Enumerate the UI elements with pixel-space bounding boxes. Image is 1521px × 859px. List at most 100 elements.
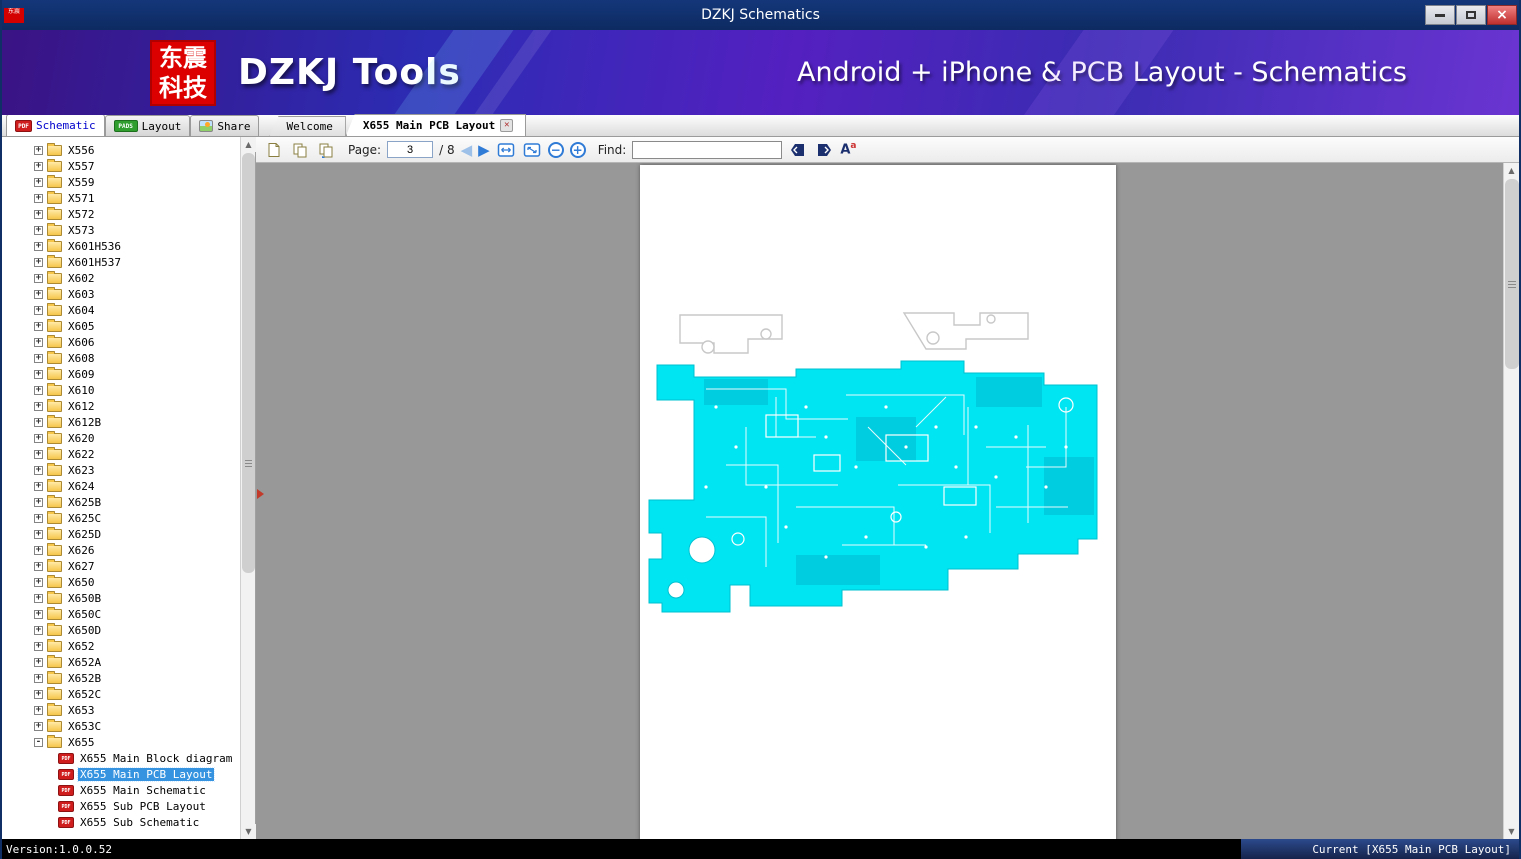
tab-share[interactable]: Share bbox=[190, 115, 259, 136]
page-number-input[interactable] bbox=[387, 141, 433, 158]
tree-expander-icon[interactable] bbox=[34, 546, 43, 555]
tree-folder-row[interactable]: X610 bbox=[2, 382, 240, 398]
tree-expander-icon[interactable] bbox=[34, 258, 43, 267]
tree-expander-icon[interactable] bbox=[34, 242, 43, 251]
tree-folder-row[interactable]: X605 bbox=[2, 318, 240, 334]
tree-expander-icon[interactable] bbox=[34, 354, 43, 363]
tree-document-row[interactable]: PDF X655 Main Block diagram bbox=[2, 750, 240, 766]
tree-expander-icon[interactable] bbox=[34, 642, 43, 651]
scroll-down-icon[interactable]: ▼ bbox=[1504, 824, 1519, 839]
tree-folder-row[interactable]: X627 bbox=[2, 558, 240, 574]
scroll-up-icon[interactable]: ▲ bbox=[1504, 163, 1519, 178]
find-previous-icon[interactable] bbox=[788, 140, 808, 160]
single-page-icon[interactable] bbox=[264, 140, 284, 160]
tree-document-row[interactable]: PDF X655 Sub Schematic bbox=[2, 814, 240, 830]
tree-folder-row[interactable]: X620 bbox=[2, 430, 240, 446]
tab-layout[interactable]: PADS Layout bbox=[105, 115, 191, 136]
tree-folder-row[interactable]: X624 bbox=[2, 478, 240, 494]
tree-expander-icon[interactable] bbox=[34, 610, 43, 619]
find-input[interactable] bbox=[632, 141, 782, 159]
tree-folder-row[interactable]: X650B bbox=[2, 590, 240, 606]
sidebar-scrollbar[interactable]: ▲ ▼ bbox=[240, 137, 255, 839]
tree-folder-row[interactable]: X626 bbox=[2, 542, 240, 558]
tree-expander-icon[interactable] bbox=[34, 338, 43, 347]
tree-folder-row[interactable]: X625C bbox=[2, 510, 240, 526]
tree-folder-row[interactable]: X652C bbox=[2, 686, 240, 702]
doc-tab-welcome[interactable]: Welcome bbox=[269, 116, 345, 136]
tab-schematic[interactable]: PDF Schematic bbox=[6, 114, 105, 136]
tree-folder-row[interactable]: X603 bbox=[2, 286, 240, 302]
fit-width-icon[interactable] bbox=[496, 140, 516, 160]
viewer-scrollbar[interactable]: ▲ ▼ bbox=[1503, 163, 1519, 839]
tree-folder-row[interactable]: X601H536 bbox=[2, 238, 240, 254]
tree-folder-row[interactable]: X625B bbox=[2, 494, 240, 510]
doc-tab-x655-main-pcb-layout[interactable]: X655 Main PCB Layout ✕ bbox=[346, 114, 526, 136]
tree-expander-icon[interactable] bbox=[34, 146, 43, 155]
splitter-collapse-icon[interactable] bbox=[257, 489, 264, 499]
tree-expander-icon[interactable] bbox=[34, 290, 43, 299]
viewer-scrollbar-thumb[interactable] bbox=[1505, 179, 1519, 369]
pdf-page[interactable] bbox=[640, 165, 1116, 839]
tree-expander-icon[interactable] bbox=[34, 450, 43, 459]
scroll-down-icon[interactable]: ▼ bbox=[241, 824, 256, 839]
tree-expander-icon[interactable] bbox=[34, 674, 43, 683]
copy-page-icon[interactable] bbox=[290, 140, 310, 160]
tree-expander-icon[interactable] bbox=[34, 658, 43, 667]
tree-folder-row[interactable]: X650D bbox=[2, 622, 240, 638]
tree-expander-icon[interactable] bbox=[34, 530, 43, 539]
tree-expander-icon[interactable] bbox=[34, 370, 43, 379]
close-button[interactable]: × bbox=[1487, 5, 1517, 25]
text-size-icon[interactable]: Aa bbox=[840, 141, 856, 157]
tree-expander-icon[interactable] bbox=[34, 322, 43, 331]
tree-expander-icon[interactable] bbox=[34, 722, 43, 731]
tree-expander-icon[interactable] bbox=[34, 162, 43, 171]
tree-expander-icon[interactable] bbox=[34, 386, 43, 395]
tree-folder-row[interactable]: X571 bbox=[2, 190, 240, 206]
maximize-button[interactable] bbox=[1456, 5, 1486, 25]
tree-expander-icon[interactable] bbox=[34, 514, 43, 523]
tree-folder-row[interactable]: X573 bbox=[2, 222, 240, 238]
tree-expander-icon[interactable] bbox=[34, 706, 43, 715]
tree-folder-row[interactable]: X623 bbox=[2, 462, 240, 478]
zoom-in-icon[interactable]: + bbox=[570, 142, 586, 158]
find-next-icon[interactable] bbox=[814, 140, 834, 160]
tree-expander-icon[interactable] bbox=[34, 738, 43, 747]
tree-folder-row[interactable]: X612 bbox=[2, 398, 240, 414]
tree-expander-icon[interactable] bbox=[34, 594, 43, 603]
tree-folder-row[interactable]: X652B bbox=[2, 670, 240, 686]
tree-document-row[interactable]: PDF X655 Main PCB Layout bbox=[2, 766, 240, 782]
tree-document-row[interactable]: PDF X655 Sub PCB Layout bbox=[2, 798, 240, 814]
tree-folder-row[interactable]: X655 bbox=[2, 734, 240, 750]
tree-document-row[interactable]: PDF X655 Main Schematic bbox=[2, 782, 240, 798]
tree-expander-icon[interactable] bbox=[34, 498, 43, 507]
tree-expander-icon[interactable] bbox=[34, 626, 43, 635]
tree-folder-row[interactable]: X608 bbox=[2, 350, 240, 366]
tree-folder-row[interactable]: X556 bbox=[2, 142, 240, 158]
tree-folder-row[interactable]: X602 bbox=[2, 270, 240, 286]
tree-folder-row[interactable]: X609 bbox=[2, 366, 240, 382]
zoom-out-icon[interactable]: − bbox=[548, 142, 564, 158]
tree-folder-row[interactable]: X601H537 bbox=[2, 254, 240, 270]
tree-expander-icon[interactable] bbox=[34, 210, 43, 219]
tree-folder-row[interactable]: X559 bbox=[2, 174, 240, 190]
tree-folder-row[interactable]: X572 bbox=[2, 206, 240, 222]
tree-folder-row[interactable]: X604 bbox=[2, 302, 240, 318]
tree-folder-row[interactable]: X622 bbox=[2, 446, 240, 462]
tree-folder-row[interactable]: X652A bbox=[2, 654, 240, 670]
tree-expander-icon[interactable] bbox=[34, 578, 43, 587]
tree-expander-icon[interactable] bbox=[34, 178, 43, 187]
previous-page-icon[interactable]: ◀ bbox=[461, 140, 473, 160]
tree-expander-icon[interactable] bbox=[34, 482, 43, 491]
tree-expander-icon[interactable] bbox=[34, 274, 43, 283]
tree-folder-row[interactable]: X650C bbox=[2, 606, 240, 622]
doc-tab-close-icon[interactable]: ✕ bbox=[500, 119, 513, 132]
tree-folder-row[interactable]: X612B bbox=[2, 414, 240, 430]
next-page-icon[interactable]: ▶ bbox=[478, 140, 490, 160]
tree-folder-row[interactable]: X652 bbox=[2, 638, 240, 654]
tree-expander-icon[interactable] bbox=[34, 690, 43, 699]
tree-folder-row[interactable]: X650 bbox=[2, 574, 240, 590]
tree-expander-icon[interactable] bbox=[34, 306, 43, 315]
tree-expander-icon[interactable] bbox=[34, 418, 43, 427]
tree-folder-row[interactable]: X557 bbox=[2, 158, 240, 174]
multi-page-icon[interactable] bbox=[316, 140, 336, 160]
